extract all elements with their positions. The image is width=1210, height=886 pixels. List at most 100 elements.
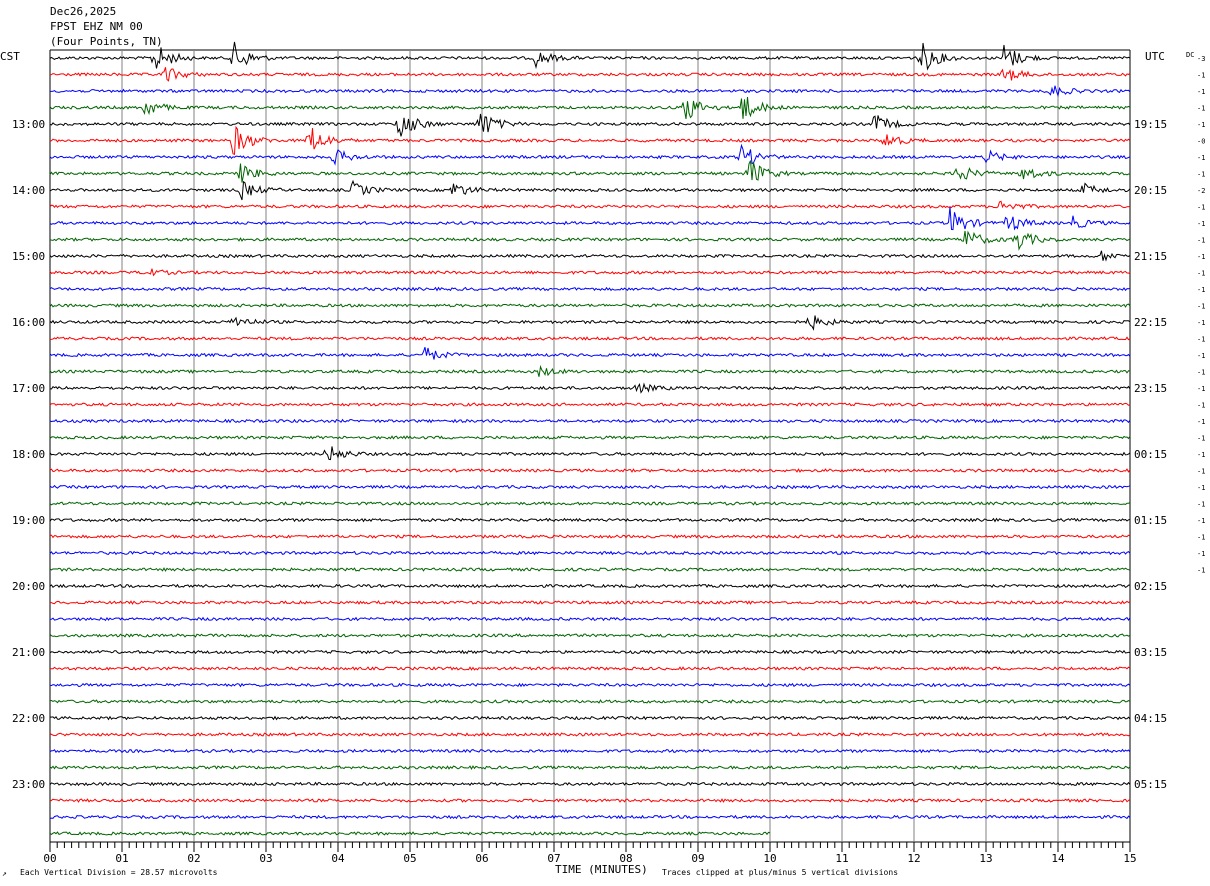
dc-offset-value: -1	[1197, 319, 1205, 327]
left-hour-label: 14:00	[12, 184, 45, 197]
x-tick-label: 15	[1123, 852, 1136, 865]
right-hour-label: 22:15	[1134, 316, 1167, 329]
trace-row-2	[49, 85, 1131, 98]
x-tick-label: 04	[331, 852, 345, 865]
trace-row-7	[49, 160, 1131, 183]
dc-offset-value: -1	[1197, 352, 1205, 360]
trace-row-43	[49, 765, 1131, 770]
x-tick-label: 09	[691, 852, 704, 865]
dc-offset-value: -1	[1197, 121, 1205, 129]
trace-row-8	[49, 179, 1131, 201]
trace-row-16	[49, 315, 1131, 331]
right-hour-label: 19:15	[1134, 118, 1167, 131]
trace-row-3	[49, 96, 1131, 119]
trace-row-22	[49, 418, 1131, 424]
dc-offset-value: -1	[1197, 286, 1205, 294]
trace-row-17	[49, 336, 1131, 341]
trace-row-5	[49, 125, 1131, 155]
dc-offset-value: -1	[1197, 435, 1205, 443]
seismic-traces	[49, 41, 1131, 836]
x-tick-label: 01	[115, 852, 128, 865]
dc-offset-value: -3	[1197, 55, 1205, 63]
trace-row-1	[49, 67, 1131, 82]
dc-offset-value: -1	[1197, 550, 1205, 558]
right-hour-label: 21:15	[1134, 250, 1167, 263]
corner-mark: ↗	[2, 869, 7, 878]
trace-row-9	[49, 200, 1131, 210]
trace-row-29	[49, 534, 1131, 539]
dc-offset-value: -1	[1197, 220, 1205, 228]
dc-offset-value: -1	[1197, 484, 1205, 492]
x-tick-label: 05	[403, 852, 416, 865]
dc-offset-values: -3 -1 -1 -1 -1 -0 -1 -1 -2 -1 -1 -1 -1 -1 -1 -1 -1 -1 -1 -1…	[1197, 55, 1205, 575]
trace-row-19	[49, 364, 1131, 377]
dc-offset-value: -1	[1197, 369, 1205, 377]
clip-note: Traces clipped at plus/minus 5 vertical …	[662, 868, 898, 877]
left-hour-label: 16:00	[12, 316, 45, 329]
dc-offset-value: -1	[1197, 88, 1205, 96]
trace-row-23	[49, 435, 1131, 440]
left-hour-label: 15:00	[12, 250, 45, 263]
left-hour-label: 19:00	[12, 514, 45, 527]
date-label: Dec26,2025	[50, 5, 116, 18]
right-hour-label: 04:15	[1134, 712, 1167, 725]
trace-row-45	[49, 798, 1131, 803]
helicorder-chart: Dec26,2025 FPST EHZ NM 00 (Four Points, …	[0, 5, 1205, 878]
x-tick-label: 06	[475, 852, 488, 865]
right-hour-label: 00:15	[1134, 448, 1167, 461]
trace-row-6	[49, 143, 1131, 166]
right-hour-label: 01:15	[1134, 514, 1167, 527]
right-hour-label: 02:15	[1134, 580, 1167, 593]
left-hour-label: 21:00	[12, 646, 45, 659]
plot-frame	[49, 49, 1131, 843]
dc-offset-value: -1	[1197, 270, 1205, 278]
trace-row-28	[49, 517, 1131, 523]
dc-offset-value: -2	[1197, 187, 1205, 195]
x-tick-label: 14	[1051, 852, 1065, 865]
x-tick-label: 03	[259, 852, 272, 865]
trace-row-42	[49, 748, 1131, 754]
left-hour-label: 17:00	[12, 382, 45, 395]
dc-offset-value: -1	[1197, 303, 1205, 311]
trace-row-30	[49, 550, 1131, 556]
trace-row-31	[49, 567, 1131, 572]
trace-row-39	[49, 699, 1131, 704]
dc-offset-value: -1	[1197, 534, 1205, 542]
trace-row-20	[49, 382, 1131, 394]
dc-offset-value: -1	[1197, 418, 1205, 426]
trace-row-15	[49, 303, 1131, 308]
dc-offset-value: -1	[1197, 105, 1205, 113]
left-hour-label: 22:00	[12, 712, 45, 725]
trace-row-26	[49, 484, 1131, 490]
dc-offset-value: -1	[1197, 154, 1205, 162]
trace-row-41	[49, 732, 1131, 737]
dc-offset-value: -0	[1197, 138, 1205, 146]
trace-row-4	[49, 113, 1131, 137]
trace-row-27	[49, 501, 1131, 506]
x-tick-label: 10	[763, 852, 776, 865]
dc-offset-value: -1	[1197, 336, 1205, 344]
x-axis: 00 01 02 03 04 05 06 07 08 09 10 11 12 13 14 15	[43, 842, 1137, 865]
dc-offset-value: -1	[1197, 385, 1205, 393]
right-timezone-label: UTC	[1145, 50, 1165, 63]
dc-offset-value: -1	[1197, 204, 1205, 212]
trace-row-35	[49, 633, 1131, 638]
trace-row-38	[49, 682, 1131, 688]
dc-offset-value: -1	[1197, 237, 1205, 245]
trace-row-36	[49, 649, 1131, 655]
trace-row-37	[49, 666, 1131, 671]
x-tick-label: 02	[187, 852, 200, 865]
minute-gridlines	[121, 50, 1059, 842]
trace-row-34	[49, 616, 1131, 622]
trace-row-12	[49, 250, 1131, 262]
dc-offset-value: -1	[1197, 468, 1205, 476]
station-label: FPST EHZ NM 00	[50, 20, 143, 33]
right-hour-label: 03:15	[1134, 646, 1167, 659]
trace-row-46	[49, 814, 1131, 820]
left-hour-label: 23:00	[12, 778, 45, 791]
dc-offset-value: -1	[1197, 517, 1205, 525]
left-hour-label: 20:00	[12, 580, 45, 593]
right-hour-label: 05:15	[1134, 778, 1167, 791]
trace-row-33	[50, 600, 1131, 605]
trace-row-21	[49, 402, 1131, 407]
